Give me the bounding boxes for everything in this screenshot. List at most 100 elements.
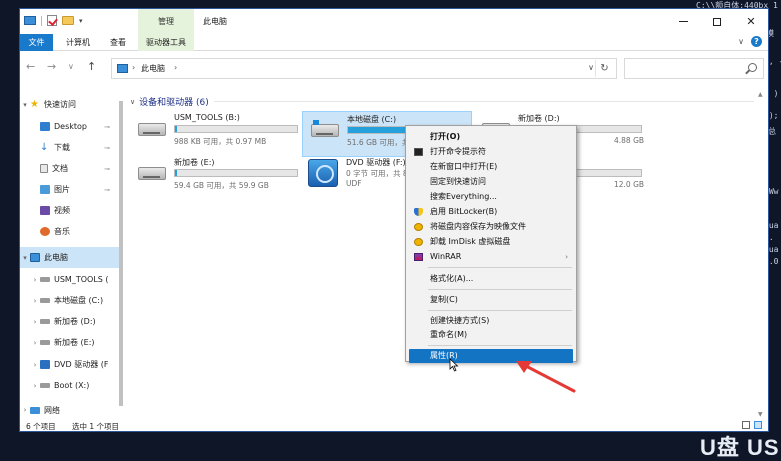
sidebar-item-pictures[interactable]: 图片 ⊸: [20, 179, 120, 200]
back-button[interactable]: ←: [26, 60, 35, 73]
navigation-bar: ← → ∨ ↑ › 此电脑 › ∨ ↻: [20, 57, 768, 79]
menu-item-open-cmd[interactable]: 打开命令提示符: [406, 145, 576, 159]
collapse-chevron-icon[interactable]: ▾: [20, 254, 30, 262]
menu-item-open-new-window[interactable]: 在新窗口中打开(E): [406, 160, 576, 174]
tab-computer[interactable]: 计算机: [60, 34, 96, 51]
sidebar-item-quick-access[interactable]: ▾ ★ 快速访问: [20, 94, 120, 115]
collapse-chevron-icon[interactable]: ▾: [20, 101, 30, 109]
drive-free-space: 988 KB 可用，共 0.97 MB: [174, 137, 267, 146]
scroll-up-icon[interactable]: ▲: [758, 91, 763, 98]
minimize-button[interactable]: [666, 9, 700, 34]
menu-item-create-shortcut[interactable]: 创建快捷方式(S): [406, 314, 576, 328]
menu-item-pin-quick-access[interactable]: 固定到快速访问: [406, 175, 576, 189]
command-prompt-icon: [414, 148, 423, 156]
sidebar-item-volume-d[interactable]: › 新加卷 (D:): [20, 311, 120, 332]
expand-chevron-icon[interactable]: ›: [30, 297, 40, 305]
drive-free-space: 0 字节 可用，共 8: [346, 169, 408, 178]
group-header[interactable]: ∨ 设备和驱动器 (6): [130, 95, 209, 109]
breadcrumb-chevron-icon[interactable]: ›: [132, 63, 135, 72]
scroll-down-icon[interactable]: ▼: [758, 411, 763, 418]
download-icon: ↓: [40, 142, 49, 153]
properties-icon[interactable]: [47, 15, 57, 26]
menu-item-format[interactable]: 格式化(A)...: [406, 272, 576, 286]
scroll-thumb[interactable]: [119, 101, 123, 406]
recent-locations-button[interactable]: ∨: [68, 62, 74, 71]
menu-item-label: 卸载 ImDisk 虚拟磁盘: [430, 237, 511, 246]
sidebar-item-desktop[interactable]: Desktop ⊸: [20, 116, 120, 137]
menu-item-bitlocker[interactable]: 启用 BitLocker(B): [406, 205, 576, 219]
expand-chevron-icon[interactable]: ›: [30, 318, 40, 326]
maximize-button[interactable]: [700, 9, 734, 34]
menu-item-open[interactable]: 打开(O): [406, 130, 576, 144]
menu-item-rename[interactable]: 重命名(M): [406, 328, 576, 342]
sidebar-item-videos[interactable]: 视频: [20, 200, 120, 221]
menu-item-unmount-imdisk[interactable]: 卸载 ImDisk 虚拟磁盘: [406, 235, 576, 249]
new-folder-icon[interactable]: [62, 16, 74, 25]
menu-item-search-everything[interactable]: 搜索Everything...: [406, 190, 576, 204]
search-input[interactable]: [624, 58, 764, 79]
computer-icon: [117, 64, 128, 73]
menu-item-winrar[interactable]: WinRAR ›: [406, 250, 576, 264]
expand-chevron-icon[interactable]: ›: [30, 361, 40, 369]
breadcrumb-chevron-icon[interactable]: ›: [174, 63, 177, 72]
sidebar-item-usm-tools[interactable]: › USM_TOOLS (: [20, 269, 120, 290]
menu-item-copy[interactable]: 复制(C): [406, 293, 576, 307]
sidebar-item-music[interactable]: 音乐: [20, 221, 120, 242]
tab-drive-tools[interactable]: 驱动器工具: [138, 34, 194, 51]
help-icon[interactable]: ?: [751, 36, 762, 47]
up-button[interactable]: ↑: [87, 60, 96, 73]
sidebar-item-boot-x[interactable]: › Boot (X:): [20, 375, 120, 396]
tiles-view-icon[interactable]: [754, 421, 762, 429]
drive-tile-volume-e[interactable]: 新加卷 (E:) 59.4 GB 可用，共 59.9 GB: [130, 155, 300, 201]
collapse-chevron-icon[interactable]: ∨: [130, 98, 135, 106]
expand-chevron-icon[interactable]: ›: [20, 406, 30, 414]
menu-item-label: 将磁盘内容保存为映像文件: [430, 222, 526, 231]
details-view-icon[interactable]: [742, 421, 750, 429]
title-bar: ▾ 管理 此电脑 ✕: [20, 9, 768, 34]
menu-separator: [428, 289, 572, 290]
context-menu: 打开(O) 打开命令提示符 在新窗口中打开(E) 固定到快速访问 搜索Every…: [405, 125, 577, 363]
usage-bar: [174, 125, 298, 133]
forward-button[interactable]: →: [47, 60, 56, 73]
breadcrumb[interactable]: 此电脑: [141, 63, 165, 74]
expand-chevron-icon[interactable]: ›: [30, 276, 40, 284]
sidebar-item-network[interactable]: › 网络: [20, 403, 120, 417]
sidebar-item-downloads[interactable]: ↓ 下载 ⊸: [20, 137, 120, 158]
customize-dropdown-icon[interactable]: ▾: [79, 17, 83, 25]
pin-icon: ⊸: [104, 185, 110, 194]
submenu-arrow-icon: ›: [565, 253, 568, 261]
expand-ribbon-icon[interactable]: ∨: [738, 37, 744, 46]
sidebar-item-this-pc[interactable]: ▾ 此电脑: [20, 247, 120, 268]
sidebar-item-local-disk-c[interactable]: › 本地磁盘 (C:): [20, 290, 120, 311]
menu-separator: [428, 267, 572, 268]
menu-item-label: 固定到快速访问: [430, 177, 486, 186]
address-dropdown-icon[interactable]: ∨: [588, 63, 594, 72]
dvd-drive-icon: [308, 159, 338, 187]
menu-item-save-image[interactable]: 将磁盘内容保存为映像文件: [406, 220, 576, 234]
sidebar-item-label: USM_TOOLS (: [54, 275, 109, 284]
refresh-button[interactable]: ↻: [595, 60, 613, 77]
content-scrollbar[interactable]: ▲ ▼: [756, 91, 766, 418]
menu-item-label: 格式化(A)...: [430, 274, 474, 283]
drive-free-space: 4.88 GB: [614, 136, 645, 145]
menu-item-label: 启用 BitLocker(B): [430, 207, 498, 216]
terminal-line: 总: [768, 127, 776, 136]
document-icon: [40, 164, 48, 173]
sidebar-item-volume-e[interactable]: › 新加卷 (E:): [20, 332, 120, 353]
expand-chevron-icon[interactable]: ›: [30, 382, 40, 390]
expand-chevron-icon[interactable]: ›: [30, 339, 40, 347]
pin-icon: ⊸: [104, 122, 110, 131]
tab-view[interactable]: 查看: [104, 34, 132, 51]
drive-tile-usm-tools[interactable]: USM_TOOLS (B:) 988 KB 可用，共 0.97 MB: [130, 111, 300, 157]
tab-file[interactable]: 文件: [20, 34, 53, 51]
video-icon: [40, 206, 50, 215]
sidebar-item-dvd-f[interactable]: › DVD 驱动器 (F: [20, 354, 120, 375]
close-button[interactable]: ✕: [734, 9, 768, 34]
menu-item-label: 重命名(M): [430, 330, 468, 339]
explorer-window: ▾ 管理 此电脑 ✕ 文件 计算机 查看 驱动器工具 ∨ ? ← → ∨ ↑ ›…: [19, 8, 769, 432]
sidebar-item-label: 文档: [52, 164, 68, 173]
drive-free-space: 12.0 GB: [614, 180, 645, 189]
address-bar[interactable]: › 此电脑 › ∨ ↻: [111, 58, 617, 79]
maximize-icon: [713, 17, 721, 26]
sidebar-item-documents[interactable]: 文档 ⊸: [20, 158, 120, 179]
